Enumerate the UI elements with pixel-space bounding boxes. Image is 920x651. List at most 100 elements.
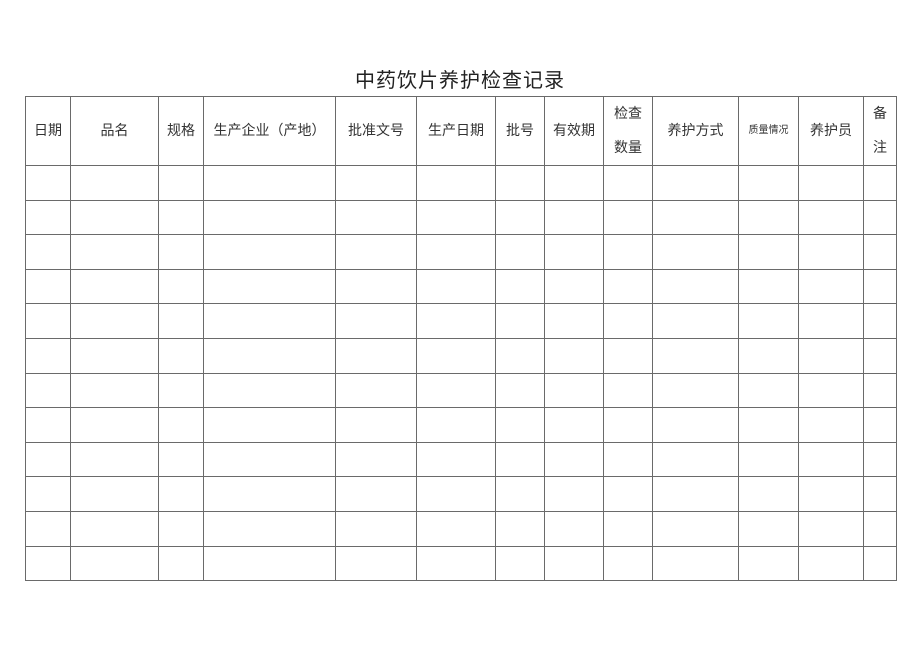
cell-remarks[interactable]: [863, 476, 897, 512]
cell-product-name[interactable]: [70, 476, 159, 512]
cell-remarks[interactable]: [863, 372, 897, 409]
cell-specification[interactable]: [158, 337, 204, 374]
cell-manufacturer[interactable]: [203, 303, 336, 339]
cell-maintenance-method[interactable]: [652, 199, 739, 236]
cell-maintainer[interactable]: [798, 165, 864, 201]
cell-date[interactable]: [25, 545, 71, 582]
cell-inspected-quantity[interactable]: [603, 199, 653, 236]
cell-manufacturer[interactable]: [203, 199, 336, 236]
cell-product-name[interactable]: [70, 510, 159, 547]
cell-expiry-date[interactable]: [544, 476, 604, 512]
cell-approval-number[interactable]: [335, 476, 417, 512]
cell-batch-number[interactable]: [495, 441, 545, 478]
cell-manufacturer[interactable]: [203, 441, 336, 478]
cell-maintenance-method[interactable]: [652, 234, 739, 270]
cell-batch-number[interactable]: [495, 199, 545, 236]
cell-product-name[interactable]: [70, 268, 159, 305]
cell-remarks[interactable]: [863, 545, 897, 582]
cell-quality-status[interactable]: [738, 303, 799, 339]
cell-quality-status[interactable]: [738, 234, 799, 270]
cell-specification[interactable]: [158, 234, 204, 270]
cell-expiry-date[interactable]: [544, 545, 604, 582]
cell-maintenance-method[interactable]: [652, 165, 739, 201]
cell-production-date[interactable]: [416, 476, 496, 512]
cell-remarks[interactable]: [863, 165, 897, 201]
cell-date[interactable]: [25, 303, 71, 339]
cell-date[interactable]: [25, 476, 71, 512]
cell-approval-number[interactable]: [335, 372, 417, 409]
cell-maintainer[interactable]: [798, 545, 864, 582]
cell-maintenance-method[interactable]: [652, 476, 739, 512]
cell-batch-number[interactable]: [495, 165, 545, 201]
cell-batch-number[interactable]: [495, 268, 545, 305]
cell-manufacturer[interactable]: [203, 337, 336, 374]
cell-maintenance-method[interactable]: [652, 407, 739, 443]
cell-expiry-date[interactable]: [544, 510, 604, 547]
cell-inspected-quantity[interactable]: [603, 337, 653, 374]
cell-maintenance-method[interactable]: [652, 545, 739, 582]
cell-inspected-quantity[interactable]: [603, 372, 653, 409]
cell-product-name[interactable]: [70, 372, 159, 409]
cell-approval-number[interactable]: [335, 337, 417, 374]
cell-maintainer[interactable]: [798, 337, 864, 374]
cell-maintenance-method[interactable]: [652, 303, 739, 339]
cell-maintainer[interactable]: [798, 372, 864, 409]
cell-maintainer[interactable]: [798, 441, 864, 478]
cell-manufacturer[interactable]: [203, 510, 336, 547]
cell-specification[interactable]: [158, 545, 204, 582]
cell-date[interactable]: [25, 510, 71, 547]
cell-product-name[interactable]: [70, 407, 159, 443]
cell-date[interactable]: [25, 337, 71, 374]
cell-expiry-date[interactable]: [544, 165, 604, 201]
cell-quality-status[interactable]: [738, 337, 799, 374]
cell-date[interactable]: [25, 234, 71, 270]
cell-production-date[interactable]: [416, 199, 496, 236]
cell-approval-number[interactable]: [335, 510, 417, 547]
cell-product-name[interactable]: [70, 337, 159, 374]
cell-product-name[interactable]: [70, 165, 159, 201]
cell-quality-status[interactable]: [738, 476, 799, 512]
cell-expiry-date[interactable]: [544, 407, 604, 443]
cell-specification[interactable]: [158, 441, 204, 478]
cell-specification[interactable]: [158, 407, 204, 443]
cell-approval-number[interactable]: [335, 199, 417, 236]
cell-batch-number[interactable]: [495, 545, 545, 582]
cell-inspected-quantity[interactable]: [603, 441, 653, 478]
cell-maintenance-method[interactable]: [652, 510, 739, 547]
cell-specification[interactable]: [158, 199, 204, 236]
cell-expiry-date[interactable]: [544, 234, 604, 270]
cell-manufacturer[interactable]: [203, 165, 336, 201]
cell-expiry-date[interactable]: [544, 337, 604, 374]
cell-production-date[interactable]: [416, 337, 496, 374]
cell-quality-status[interactable]: [738, 441, 799, 478]
cell-approval-number[interactable]: [335, 545, 417, 582]
cell-quality-status[interactable]: [738, 268, 799, 305]
cell-batch-number[interactable]: [495, 476, 545, 512]
cell-manufacturer[interactable]: [203, 407, 336, 443]
cell-remarks[interactable]: [863, 407, 897, 443]
cell-remarks[interactable]: [863, 441, 897, 478]
cell-manufacturer[interactable]: [203, 545, 336, 582]
cell-approval-number[interactable]: [335, 234, 417, 270]
cell-remarks[interactable]: [863, 510, 897, 547]
cell-expiry-date[interactable]: [544, 372, 604, 409]
cell-specification[interactable]: [158, 165, 204, 201]
cell-production-date[interactable]: [416, 165, 496, 201]
cell-quality-status[interactable]: [738, 372, 799, 409]
cell-manufacturer[interactable]: [203, 268, 336, 305]
cell-specification[interactable]: [158, 372, 204, 409]
cell-date[interactable]: [25, 268, 71, 305]
cell-inspected-quantity[interactable]: [603, 407, 653, 443]
cell-remarks[interactable]: [863, 268, 897, 305]
cell-product-name[interactable]: [70, 234, 159, 270]
cell-batch-number[interactable]: [495, 372, 545, 409]
cell-remarks[interactable]: [863, 303, 897, 339]
cell-production-date[interactable]: [416, 268, 496, 305]
cell-product-name[interactable]: [70, 303, 159, 339]
cell-batch-number[interactable]: [495, 510, 545, 547]
cell-inspected-quantity[interactable]: [603, 165, 653, 201]
cell-inspected-quantity[interactable]: [603, 234, 653, 270]
cell-remarks[interactable]: [863, 234, 897, 270]
cell-product-name[interactable]: [70, 199, 159, 236]
cell-approval-number[interactable]: [335, 165, 417, 201]
